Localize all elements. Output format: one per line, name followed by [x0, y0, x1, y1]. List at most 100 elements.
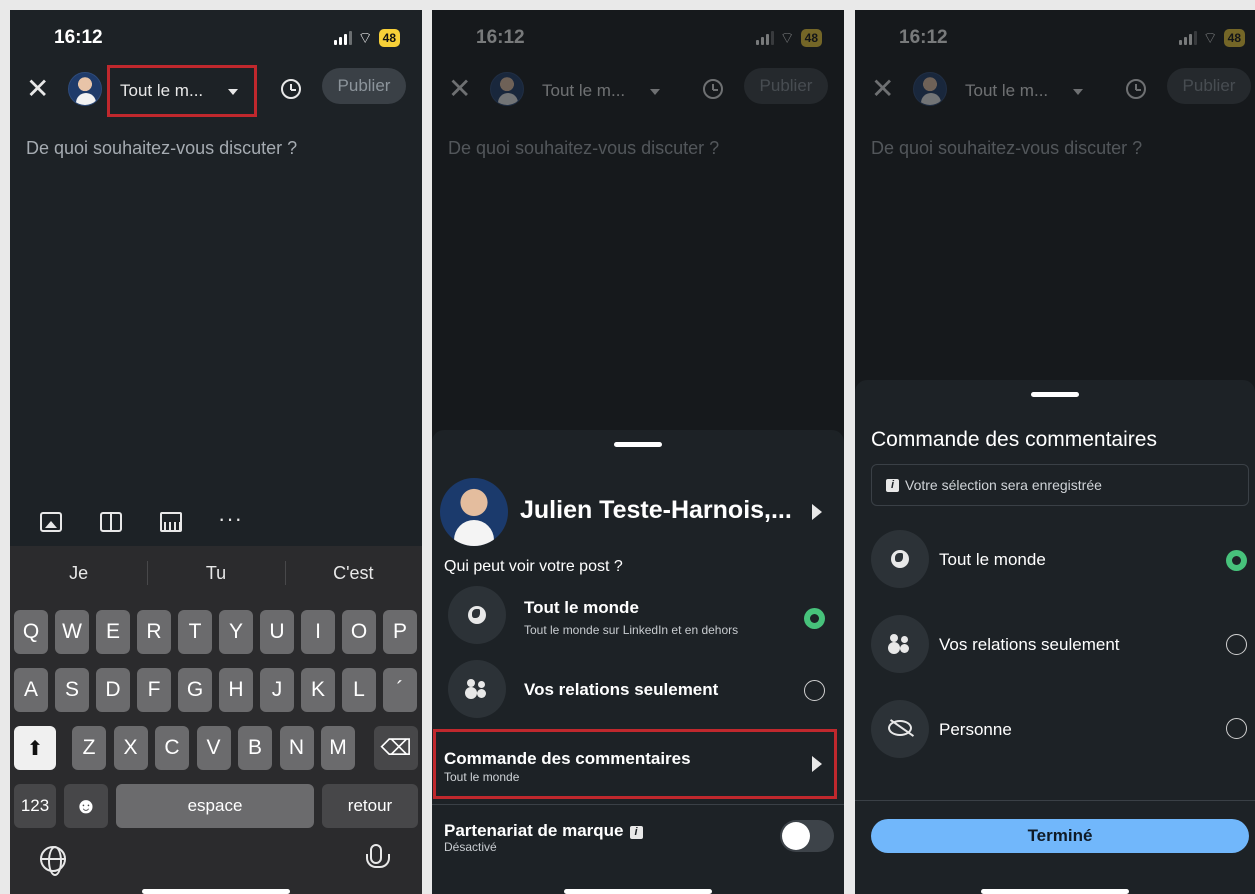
comments-control-title: Commande des commentaires: [444, 749, 691, 768]
status-time: 16:12: [54, 27, 103, 48]
home-indicator: [981, 889, 1129, 894]
radio-selected[interactable]: [804, 608, 825, 629]
chevron-down-icon: [228, 89, 238, 95]
publish-button: Publier: [744, 68, 828, 104]
avatar[interactable]: [68, 72, 102, 106]
wifi-icon: ⌔: [357, 30, 373, 47]
battery-icon: 48: [800, 29, 822, 47]
option-sub: Tout le monde sur LinkedIn et en dehors: [524, 623, 739, 637]
letter-key[interactable]: Q: [14, 610, 48, 654]
letter-key[interactable]: G: [178, 668, 212, 712]
globe-icon: [448, 586, 506, 644]
suggestion-item[interactable]: Tu: [147, 560, 284, 585]
letter-key[interactable]: V: [196, 726, 231, 770]
letter-key[interactable]: E: [96, 610, 130, 654]
sheet-title: Commande des commentaires: [871, 428, 1157, 451]
letter-key[interactable]: W: [55, 610, 89, 654]
emoji-key[interactable]: ☻: [64, 784, 108, 828]
sheet-handle[interactable]: [614, 442, 662, 447]
calendar-icon[interactable]: [160, 512, 182, 532]
radio-unselected[interactable]: [1226, 634, 1247, 655]
info-icon[interactable]: i: [629, 826, 643, 839]
space-key[interactable]: espace: [116, 784, 314, 828]
letter-key[interactable]: T: [178, 610, 212, 654]
radio-selected[interactable]: [1226, 550, 1247, 571]
keyboard-suggestions: Je Tu C'est: [10, 546, 422, 600]
audience-selector-button[interactable]: Tout le m...: [107, 65, 257, 117]
radio-unselected[interactable]: [1226, 718, 1247, 739]
people-icon: [871, 615, 929, 673]
done-button[interactable]: Terminé: [871, 819, 1249, 853]
status-time: 16:12: [476, 27, 525, 48]
return-key[interactable]: retour: [322, 784, 418, 828]
radio-unselected[interactable]: [804, 680, 825, 701]
info-text: Votre sélection sera enregistrée: [905, 477, 1102, 493]
clock-icon[interactable]: [281, 79, 301, 99]
post-text-input: De quoi souhaitez-vous discuter ?: [448, 138, 720, 158]
microphone-icon[interactable]: [366, 844, 390, 868]
brand-partnership-title: Partenariat de marque: [444, 821, 624, 840]
close-icon[interactable]: ✕: [26, 74, 49, 104]
visibility-question: Qui peut voir votre post ?: [444, 558, 623, 575]
battery-icon: 48: [1223, 29, 1245, 47]
brand-partnership-toggle[interactable]: [780, 820, 834, 852]
backspace-key[interactable]: ⌫: [374, 726, 418, 770]
letter-key[interactable]: Z: [72, 726, 106, 770]
divider: [432, 804, 844, 805]
audience-label: Tout le m...: [965, 81, 1049, 100]
letter-key[interactable]: A: [14, 668, 48, 712]
letter-key[interactable]: R: [137, 610, 171, 654]
battery-icon: 48: [378, 29, 400, 47]
letter-key[interactable]: I: [301, 610, 335, 654]
signal-icon: [333, 31, 352, 45]
letter-key[interactable]: L: [342, 668, 376, 712]
letter-key[interactable]: F: [137, 668, 171, 712]
chevron-right-icon[interactable]: [812, 504, 822, 520]
letter-key[interactable]: B: [238, 726, 272, 770]
publish-button[interactable]: Publier: [322, 68, 406, 104]
suggestion-item[interactable]: Je: [10, 563, 147, 584]
close-icon: ✕: [448, 73, 472, 104]
letter-key[interactable]: P: [383, 610, 417, 654]
audience-screen: 16:12 ⌔ 48 ✕ Tout le m... Publier De quo…: [432, 10, 844, 894]
letter-key[interactable]: C: [155, 726, 189, 770]
sheet-handle[interactable]: [1031, 392, 1079, 397]
letter-key[interactable]: D: [96, 668, 130, 712]
chevron-down-icon: [650, 89, 660, 95]
letter-key[interactable]: N: [279, 726, 314, 770]
home-indicator: [142, 889, 290, 894]
letter-key[interactable]: H: [219, 668, 253, 712]
comments-control-sheet: Commande des commentaires i Votre sélect…: [855, 380, 1255, 894]
shift-key[interactable]: ⬆: [14, 726, 56, 770]
letter-key[interactable]: Y: [219, 610, 253, 654]
info-icon: i: [886, 478, 899, 492]
letter-key[interactable]: K: [301, 668, 335, 712]
letter-key[interactable]: S: [55, 668, 89, 712]
brand-partnership-status: Désactivé: [444, 840, 497, 854]
numbers-key[interactable]: 123: [14, 784, 56, 828]
globe-icon[interactable]: [40, 846, 66, 876]
option-label: Vos relations seulement: [939, 635, 1120, 654]
avatar: [913, 72, 947, 106]
letter-key[interactable]: M: [321, 726, 355, 770]
suggestion-item[interactable]: C'est: [284, 560, 422, 585]
letter-key[interactable]: ´: [383, 668, 417, 712]
comments-control-row[interactable]: Commande des commentaires Tout le monde: [433, 729, 837, 799]
profile-name[interactable]: Julien Teste-Harnois,...: [520, 496, 792, 525]
info-banner: i Votre sélection sera enregistrée: [871, 464, 1249, 506]
clock-icon: [1126, 79, 1146, 99]
more-icon[interactable]: ···: [218, 508, 242, 534]
layout-icon[interactable]: [100, 512, 122, 532]
post-text-input[interactable]: De quoi souhaitez-vous discuter ?: [26, 138, 297, 159]
image-icon[interactable]: [40, 512, 62, 532]
letter-key[interactable]: J: [260, 668, 294, 712]
composer-screen: 16:12 ⌔ 48 ✕ Tout le m... Publier De quo…: [10, 10, 422, 894]
close-icon: ✕: [871, 73, 895, 104]
letter-key[interactable]: U: [260, 610, 294, 654]
signal-icon: [1178, 31, 1197, 45]
comments-control-value: Tout le monde: [444, 770, 520, 784]
profile-avatar[interactable]: [440, 478, 508, 546]
letter-key[interactable]: X: [113, 726, 148, 770]
eye-slash-icon: [871, 700, 929, 758]
letter-key[interactable]: O: [342, 610, 376, 654]
